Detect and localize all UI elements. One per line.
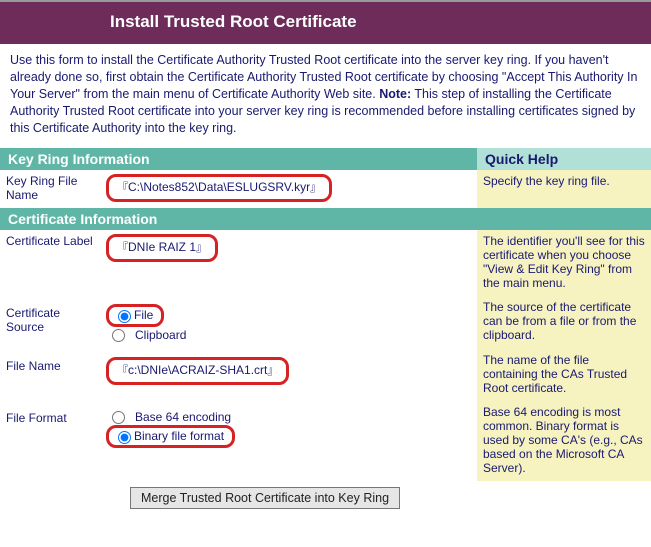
file-format-base64-label: Base 64 encoding [135,410,231,424]
cert-source-radio-clipboard[interactable] [112,329,125,342]
cert-source-radios: File Clipboard [106,304,471,343]
footer: Merge Trusted Root Certificate into Key … [0,481,651,517]
cert-label-value: DNIe RAIZ 1 [128,240,196,254]
page-title: Install Trusted Root Certificate [0,0,651,44]
help-file-name: The name of the file containing the CAs … [477,349,651,401]
label-cert-source: Certificate Source [0,296,100,349]
cell-file-format-value: Base 64 encoding Binary file format [100,401,477,481]
row-file-format: File Format Base 64 encoding Binary file… [0,401,651,481]
help-cert-label: The identifier you'll see for this certi… [477,230,651,296]
file-name-input[interactable]: 『c:\DNIe\ACRAIZ-SHA1.crt』 [106,357,289,385]
file-format-radio-base64[interactable] [112,411,125,424]
file-format-binary-wrap: Binary file format [106,425,235,448]
section-title-certinfo: Certificate Information [0,208,477,230]
cert-label-input[interactable]: 『DNIe RAIZ 1』 [106,234,218,262]
cell-keyring-value: 『C:\Notes852\Data\ESLUGSRV.kyr』 [100,170,477,208]
label-file-format: File Format [0,401,100,481]
label-file-name: File Name [0,349,100,401]
row-cert-label: Certificate Label 『DNIe RAIZ 1』 The iden… [0,230,651,296]
cell-cert-label-value: 『DNIe RAIZ 1』 [100,230,477,296]
cert-source-clipboard-label: Clipboard [135,328,186,342]
keyring-file-value: C:\Notes852\Data\ESLUGSRV.kyr [128,180,310,194]
cell-cert-source-value: File Clipboard [100,296,477,349]
field-close-marker: 』 [310,181,321,194]
keyring-table: Key Ring File Name 『C:\Notes852\Data\ESL… [0,170,651,208]
help-cert-source: The source of the certificate can be fro… [477,296,651,349]
help-file-format: Base 64 encoding is most common. Binary … [477,401,651,481]
field-open-marker: 『 [117,364,128,377]
row-keyring-file: Key Ring File Name 『C:\Notes852\Data\ESL… [0,170,651,208]
cert-source-radio-file[interactable] [118,310,131,323]
row-cert-source: Certificate Source File Clipboard The so… [0,296,651,349]
section-header-keyring: Key Ring Information Quick Help [0,148,651,170]
field-close-marker: 』 [267,364,278,377]
cell-file-name-value: 『c:\DNIe\ACRAIZ-SHA1.crt』 [100,349,477,401]
section-title-keyring: Key Ring Information [0,148,477,170]
file-name-value: c:\DNIe\ACRAIZ-SHA1.crt [128,363,267,377]
file-format-radio-binary[interactable] [118,431,131,444]
intro-text: Use this form to install the Certificate… [0,44,651,148]
intro-note-label: Note: [379,87,411,101]
field-open-marker: 『 [117,241,128,254]
cert-source-file-label: File [134,308,153,322]
merge-button[interactable]: Merge Trusted Root Certificate into Key … [130,487,400,509]
keyring-file-input[interactable]: 『C:\Notes852\Data\ESLUGSRV.kyr』 [106,174,332,202]
label-keyring-file: Key Ring File Name [0,170,100,208]
file-format-radios: Base 64 encoding Binary file format [106,409,471,448]
section-header-certinfo: Certificate Information [0,208,651,230]
cert-source-file-wrap: File [106,304,164,327]
field-open-marker: 『 [117,181,128,194]
certinfo-table: Certificate Label 『DNIe RAIZ 1』 The iden… [0,230,651,481]
field-close-marker: 』 [196,241,207,254]
section-title-spacer [477,208,651,229]
help-keyring-file: Specify the key ring file. [477,170,651,208]
file-format-binary-label: Binary file format [134,429,224,443]
row-file-name: File Name 『c:\DNIe\ACRAIZ-SHA1.crt』 The … [0,349,651,401]
label-cert-label: Certificate Label [0,230,100,296]
section-title-quickhelp: Quick Help [477,148,651,170]
